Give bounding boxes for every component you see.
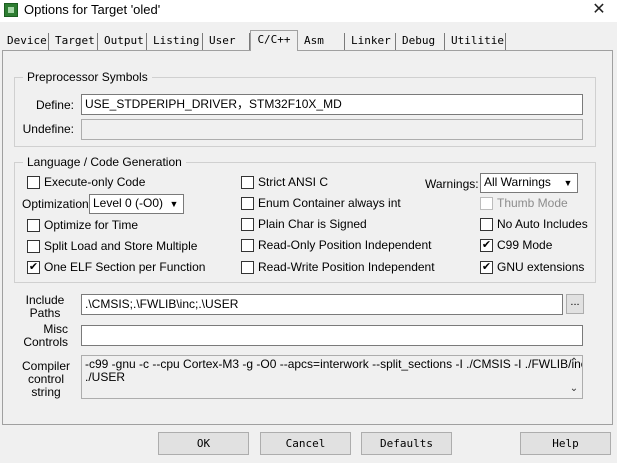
optimize-time-checkbox[interactable] (27, 219, 40, 232)
plain-char-checkbox[interactable] (241, 218, 254, 231)
misc-controls-input[interactable] (81, 325, 583, 346)
compiler-label-1: Compiler (22, 359, 71, 373)
warnings-value: All Warnings (484, 175, 551, 189)
tab-target[interactable]: Target (52, 33, 98, 50)
tab-debug[interactable]: Debug (399, 33, 445, 50)
ropi-label: Read-Only Position Independent (258, 238, 432, 252)
tab-utilities[interactable]: Utilities (448, 33, 506, 50)
execute-only-checkbox[interactable] (27, 176, 40, 189)
one-elf-label: One ELF Section per Function (44, 260, 206, 274)
misc-label-1: Misc (43, 322, 68, 336)
scroll-up-icon[interactable]: ⌃ (567, 357, 581, 369)
c99-mode-label: C99 Mode (497, 238, 553, 252)
defaults-button[interactable]: Defaults (361, 432, 452, 455)
ropi-checkbox[interactable] (241, 239, 254, 252)
undefine-label: Undefine: (22, 122, 74, 136)
tab-c-cpp[interactable]: C/C++ (250, 30, 298, 51)
window-title: Options for Target 'oled' (24, 2, 161, 17)
tab-asm[interactable]: Asm (301, 33, 345, 50)
enum-container-label: Enum Container always int (258, 196, 401, 210)
no-auto-includes-checkbox[interactable] (480, 218, 493, 231)
tab-user[interactable]: User (206, 33, 250, 50)
help-button[interactable]: Help (520, 432, 611, 455)
close-button[interactable]: ✕ (587, 0, 611, 20)
thumb-mode-label: Thumb Mode (497, 196, 568, 210)
app-icon (4, 3, 18, 17)
cancel-button[interactable]: Cancel (260, 432, 351, 455)
one-elf-checkbox[interactable]: ✔ (27, 261, 40, 274)
tab-strip: Device Target Output Listing User C/C++ … (2, 30, 612, 51)
language-legend: Language / Code Generation (23, 155, 186, 169)
optimize-time-label: Optimize for Time (44, 218, 139, 232)
no-auto-includes-label: No Auto Includes (497, 217, 588, 231)
undefine-input[interactable] (81, 119, 583, 140)
plain-char-label: Plain Char is Signed (258, 217, 367, 231)
browse-include-button[interactable]: ... (566, 294, 584, 314)
warnings-select[interactable]: All Warnings ▼ (480, 173, 578, 193)
enum-container-checkbox[interactable] (241, 197, 254, 210)
strict-ansi-checkbox[interactable] (241, 176, 254, 189)
compiler-string-line-2: ./USER (85, 370, 126, 384)
define-label: Define: (35, 98, 74, 112)
thumb-mode-checkbox[interactable] (480, 197, 493, 210)
execute-only-label: Execute-only Code (44, 175, 146, 189)
title-bar: Options for Target 'oled' ✕ (0, 0, 617, 22)
compiler-label-3: string (31, 385, 61, 399)
include-label-2: Paths (29, 306, 61, 320)
compiler-label-2: control (27, 372, 65, 386)
tab-output[interactable]: Output (101, 33, 147, 50)
gnu-extensions-checkbox[interactable]: ✔ (480, 261, 493, 274)
compiler-string-line-1: -c99 -gnu -c --cpu Cortex-M3 -g -O0 --ap… (85, 357, 583, 371)
misc-label-2: Controls (23, 335, 68, 349)
scroll-down-icon[interactable]: ⌄ (567, 383, 581, 395)
optimization-select[interactable]: Level 0 (-O0) ▼ (89, 194, 184, 214)
split-load-label: Split Load and Store Multiple (44, 239, 198, 253)
gnu-extensions-label: GNU extensions (497, 260, 585, 274)
tab-linker[interactable]: Linker (348, 33, 396, 50)
tab-listing[interactable]: Listing (150, 33, 203, 50)
optimization-label: Optimization: (22, 197, 93, 211)
optimization-value: Level 0 (-O0) (93, 196, 164, 210)
tab-device[interactable]: Device (4, 33, 49, 50)
c99-mode-checkbox[interactable]: ✔ (480, 239, 493, 252)
compiler-string-box[interactable]: -c99 -gnu -c --cpu Cortex-M3 -g -O0 --ap… (81, 355, 583, 399)
ok-button[interactable]: OK (158, 432, 249, 455)
rwpi-label: Read-Write Position Independent (258, 260, 435, 274)
rwpi-checkbox[interactable] (241, 261, 254, 274)
preprocessor-legend: Preprocessor Symbols (23, 70, 152, 84)
strict-ansi-label: Strict ANSI C (258, 175, 329, 189)
include-paths-input[interactable]: .\CMSIS;.\FWLIB\inc;.\USER (81, 294, 563, 315)
split-load-checkbox[interactable] (27, 240, 40, 253)
warnings-label: Warnings: (425, 177, 479, 191)
chevron-down-icon: ▼ (169, 199, 179, 209)
define-input[interactable]: USE_STDPERIPH_DRIVER，STM32F10X_MD (81, 94, 583, 115)
chevron-down-icon: ▼ (563, 178, 573, 188)
include-label-1: Include (25, 293, 65, 307)
